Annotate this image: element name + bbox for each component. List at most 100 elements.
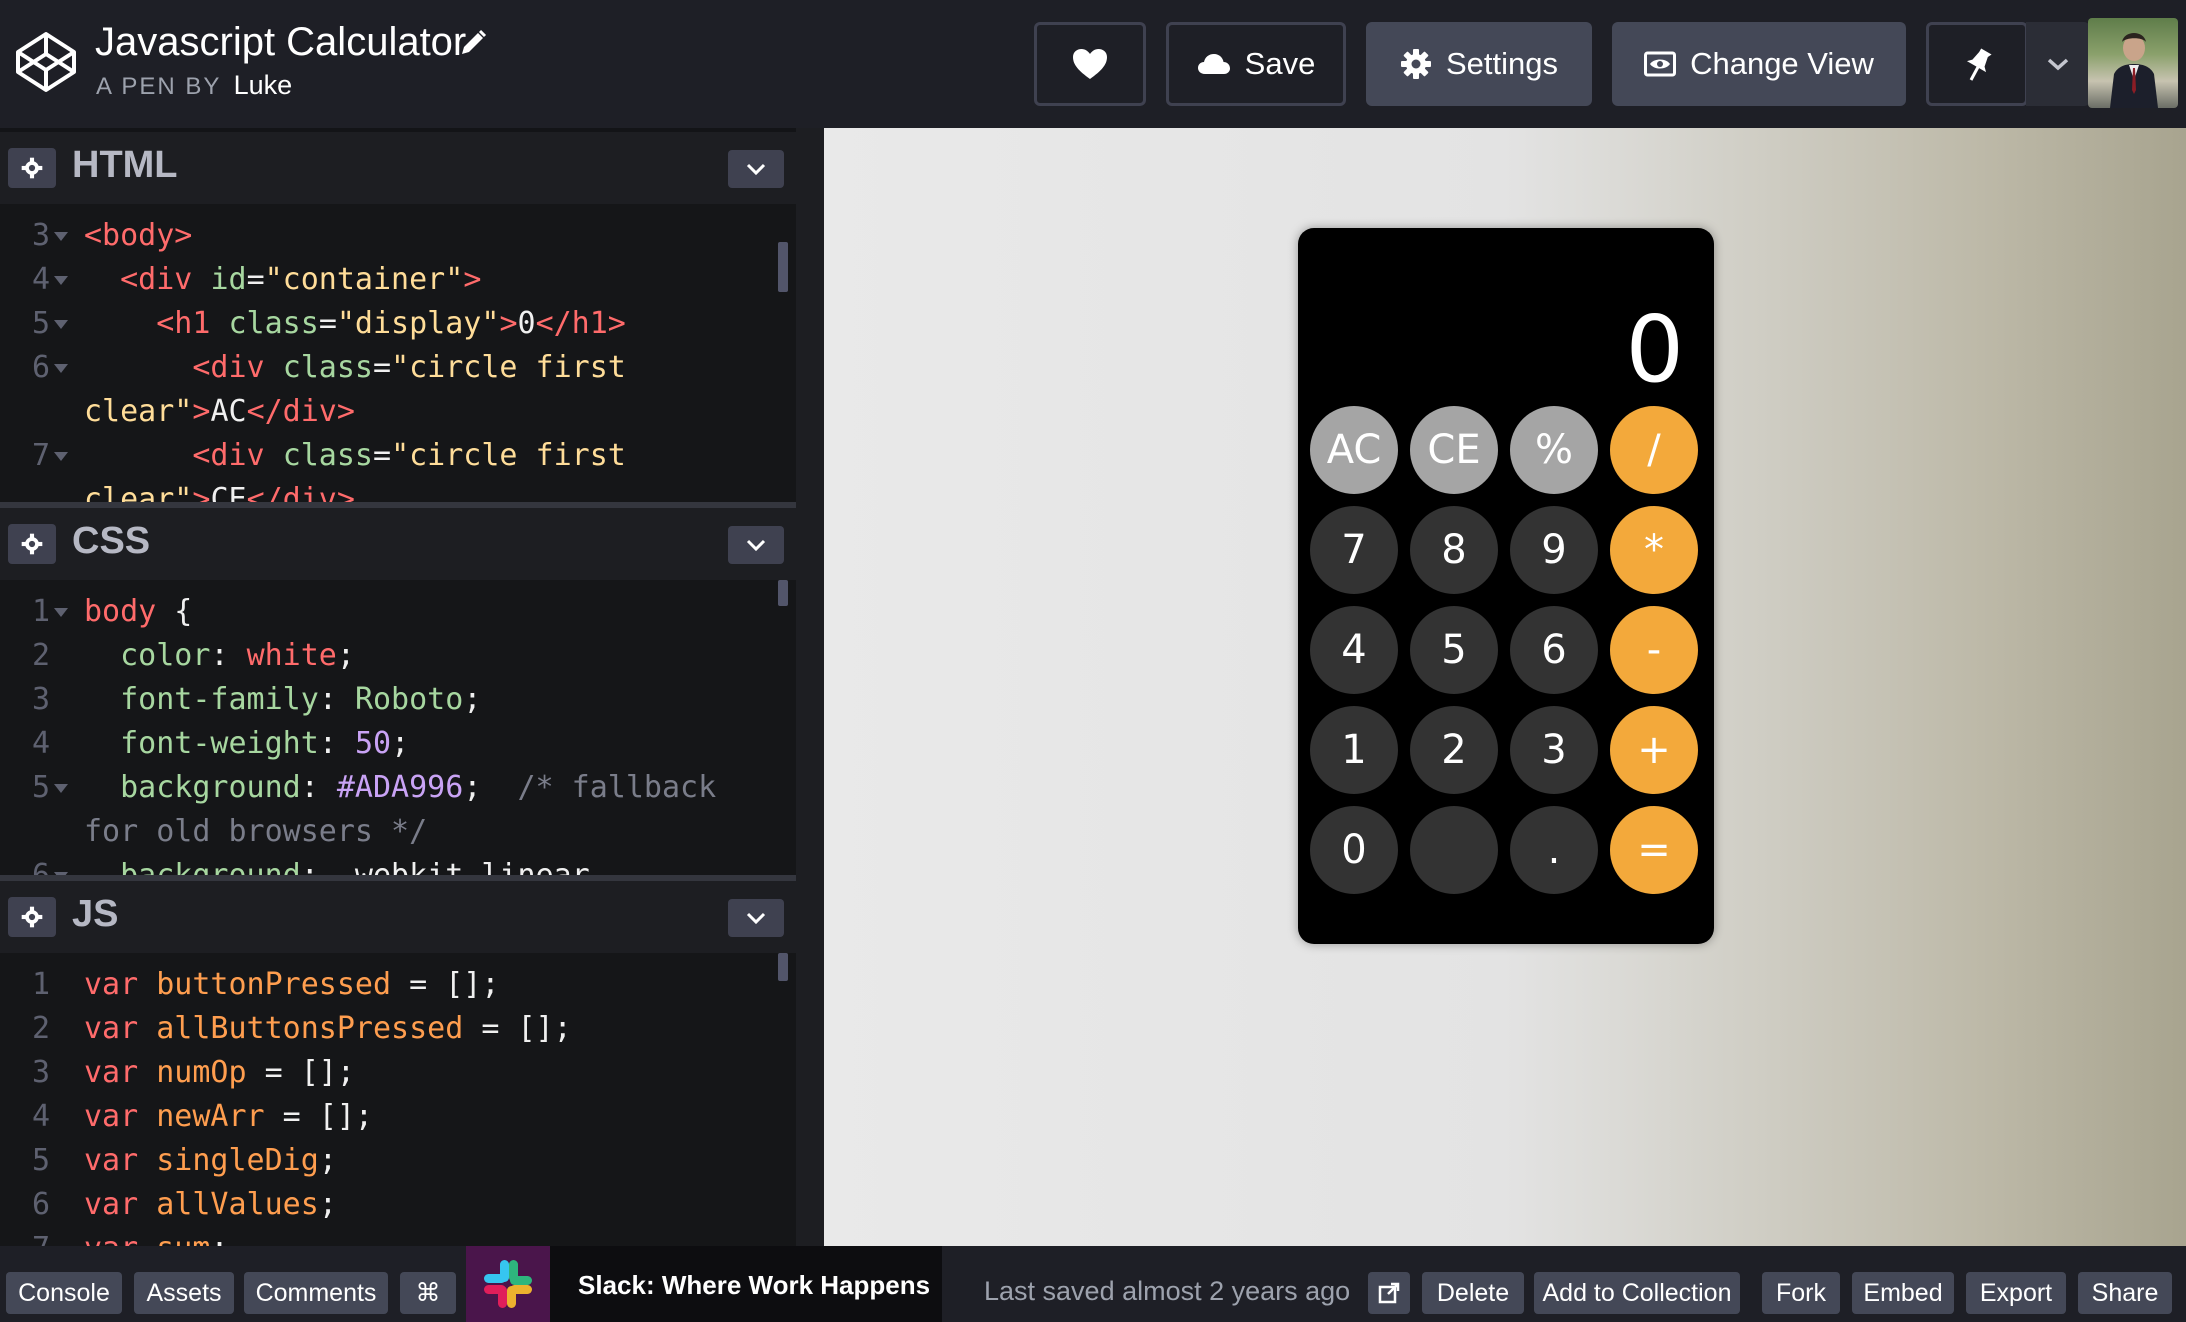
code-line[interactable]: 2 var allButtonsPressed = [];: [0, 1011, 796, 1055]
codepen-logo-icon[interactable]: [14, 30, 78, 94]
key-ce[interactable]: CE: [1410, 406, 1498, 494]
settings-button[interactable]: Settings: [1366, 22, 1592, 106]
key-5[interactable]: 5: [1410, 606, 1498, 694]
key-multiply[interactable]: *: [1610, 506, 1698, 594]
pin-button[interactable]: [1929, 25, 2026, 103]
delete-button[interactable]: Delete: [1422, 1272, 1524, 1314]
keyboard-shortcuts-button[interactable]: ⌘: [400, 1272, 456, 1314]
fork-button[interactable]: Fork: [1762, 1272, 1840, 1314]
key-ac[interactable]: AC: [1310, 406, 1398, 494]
key-8[interactable]: 8: [1410, 506, 1498, 594]
change-view-button[interactable]: Change View: [1612, 22, 1906, 106]
code-line[interactable]: 3 <body>: [0, 218, 796, 262]
pen-title[interactable]: Javascript Calculator: [95, 20, 466, 65]
key-equals[interactable]: =: [1610, 806, 1698, 894]
code-text: var allButtonsPressed = [];: [84, 1011, 572, 1046]
add-to-collection-button[interactable]: Add to Collection: [1534, 1272, 1740, 1314]
js-collapse-button[interactable]: [728, 899, 784, 937]
css-collapse-button[interactable]: [728, 526, 784, 564]
code-line[interactable]: 5 <h1 class="display">0</h1>: [0, 306, 796, 350]
console-button[interactable]: Console: [6, 1272, 122, 1314]
code-line[interactable]: 6 background: -webkit-linear-: [0, 858, 796, 875]
css-settings-button[interactable]: [8, 524, 56, 564]
key-4[interactable]: 4: [1310, 606, 1398, 694]
code-token: AC: [210, 394, 247, 429]
fold-arrow-icon[interactable]: [54, 276, 68, 285]
fold-arrow-icon[interactable]: [54, 364, 68, 373]
key-decimal[interactable]: .: [1510, 806, 1598, 894]
html-settings-button[interactable]: [8, 148, 56, 188]
code-token: = [];: [246, 1055, 355, 1090]
code-line[interactable]: 3 var numOp = [];: [0, 1055, 796, 1099]
author-link[interactable]: Luke: [234, 70, 293, 100]
key-percent[interactable]: %: [1510, 406, 1598, 494]
editor-preview-resize-handle[interactable]: [796, 128, 824, 1246]
save-button[interactable]: Save: [1166, 22, 1346, 106]
code-token: white: [246, 638, 337, 673]
code-line[interactable]: 4 var newArr = [];: [0, 1099, 796, 1143]
code-line[interactable]: clear">CE</div>: [0, 482, 796, 502]
code-line[interactable]: 5 background: #ADA996; /* fallback: [0, 770, 796, 814]
css-code-area[interactable]: 1 body {2 color: white; 3 font-family: Rob…: [0, 580, 796, 875]
assets-button[interactable]: Assets: [134, 1272, 234, 1314]
fold-arrow-icon[interactable]: [54, 232, 68, 241]
comments-button[interactable]: Comments: [244, 1272, 388, 1314]
key-2[interactable]: 2: [1410, 706, 1498, 794]
export-button[interactable]: Export: [1966, 1272, 2066, 1314]
key-divide[interactable]: /: [1610, 406, 1698, 494]
slack-ad[interactable]: Slack: Where Work Happens: [466, 1246, 942, 1322]
key-9[interactable]: 9: [1510, 506, 1598, 594]
key-6[interactable]: 6: [1510, 606, 1598, 694]
code-line[interactable]: 6 <div class="circle first: [0, 350, 796, 394]
key-blank[interactable]: [1410, 806, 1498, 894]
key-7[interactable]: 7: [1310, 506, 1398, 594]
code-line[interactable]: 4 font-weight: 50;: [0, 726, 796, 770]
key-plus[interactable]: +: [1610, 706, 1698, 794]
html-scrollbar[interactable]: [778, 242, 788, 292]
fold-arrow-icon[interactable]: [54, 784, 68, 793]
js-settings-button[interactable]: [8, 897, 56, 937]
key-minus[interactable]: -: [1610, 606, 1698, 694]
code-token: var: [84, 1187, 157, 1222]
code-token: {: [156, 594, 193, 629]
pin-dropdown-button[interactable]: [2026, 22, 2090, 106]
code-line[interactable]: 3 font-family: Roboto;: [0, 682, 796, 726]
embed-button[interactable]: Embed: [1852, 1272, 1954, 1314]
js-scrollbar[interactable]: [778, 953, 788, 981]
code-line[interactable]: 1 var buttonPressed = [];: [0, 967, 796, 1011]
code-line[interactable]: for old browsers */: [0, 814, 796, 858]
key-3[interactable]: 3: [1510, 706, 1598, 794]
slack-logo-icon: [466, 1246, 550, 1322]
code-token: color: [120, 638, 211, 673]
code-line[interactable]: clear">AC</div>: [0, 394, 796, 438]
code-line[interactable]: 4 <div id="container">: [0, 262, 796, 306]
line-number: 4: [31, 262, 50, 297]
fold-arrow-icon[interactable]: [54, 320, 68, 329]
like-button[interactable]: [1034, 22, 1146, 106]
code-line[interactable]: 1 body {: [0, 594, 796, 638]
html-collapse-button[interactable]: [728, 150, 784, 188]
code-token: id: [210, 262, 247, 297]
key-0[interactable]: 0: [1310, 806, 1398, 894]
code-text: var sum;: [84, 1231, 229, 1246]
css-scrollbar[interactable]: [778, 580, 788, 606]
code-line[interactable]: 5 var singleDig;: [0, 1143, 796, 1187]
code-token: >: [499, 306, 518, 341]
css-panel-header: CSS: [0, 508, 796, 580]
key-1[interactable]: 1: [1310, 706, 1398, 794]
fold-arrow-icon[interactable]: [54, 452, 68, 461]
code-line[interactable]: 7 <div class="circle first: [0, 438, 796, 482]
js-code-area[interactable]: 1 var buttonPressed = []; 2 var allButtonsP…: [0, 953, 796, 1246]
code-line[interactable]: 2 color: white;: [0, 638, 796, 682]
share-button[interactable]: Share: [2078, 1272, 2172, 1314]
code-token: 0: [517, 306, 536, 341]
html-code-area[interactable]: 3 <body> 4 <div id="container"> 5 <h1 class…: [0, 204, 796, 502]
edit-pencil-icon[interactable]: [458, 28, 488, 58]
code-line[interactable]: 6 var allValues;: [0, 1187, 796, 1231]
user-avatar[interactable]: [2088, 18, 2178, 108]
open-external-button[interactable]: [1368, 1272, 1410, 1314]
line-number: 5: [31, 306, 50, 341]
code-token: newArr: [156, 1099, 265, 1134]
fold-arrow-icon[interactable]: [54, 608, 68, 617]
code-line[interactable]: 7 var sum;: [0, 1231, 796, 1246]
